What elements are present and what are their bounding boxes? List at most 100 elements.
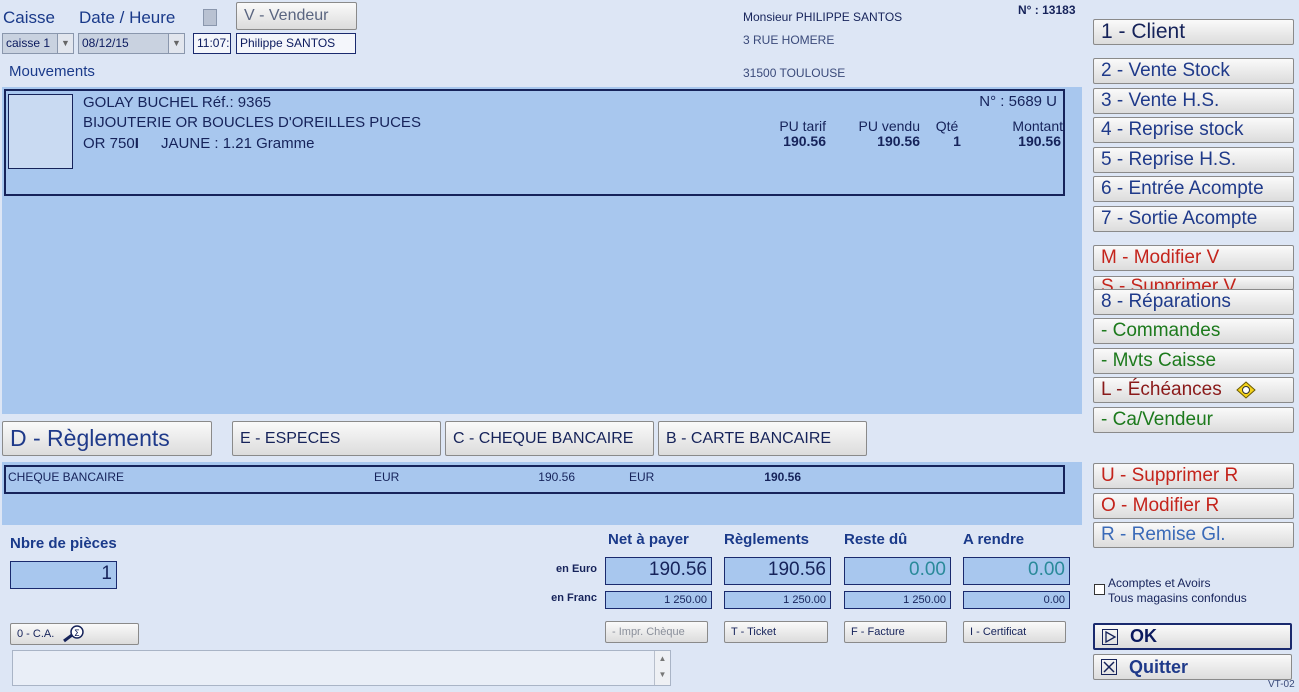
quitter-button[interactable]: Quitter bbox=[1093, 654, 1292, 680]
date-select-value: 08/12/15 bbox=[82, 36, 129, 50]
entree-acompte-button[interactable]: 6 - Entrée Acompte bbox=[1093, 176, 1294, 202]
client-name: Monsieur PHILIPPE SANTOS bbox=[743, 10, 903, 24]
reglement-amount-1: 190.56 bbox=[538, 470, 575, 484]
client-button[interactable]: 1 - Client bbox=[1093, 19, 1294, 45]
montant-label: Montant bbox=[1012, 118, 1063, 134]
chevron-down-icon[interactable]: ▼ bbox=[168, 34, 184, 53]
franc-label: en Franc bbox=[551, 592, 597, 604]
mouvements-title: Mouvements bbox=[9, 63, 95, 80]
vente-stock-button[interactable]: 2 - Vente Stock bbox=[1093, 58, 1294, 84]
pieces-field[interactable]: 1 bbox=[10, 561, 117, 589]
euro-label: en Euro bbox=[556, 563, 597, 575]
montant-value: 190.56 bbox=[1018, 133, 1061, 149]
time-field[interactable]: 11:07: bbox=[193, 33, 231, 54]
certificat-button[interactable]: I - Certificat bbox=[963, 621, 1066, 643]
a-rendre-franc: 0.00 bbox=[963, 591, 1070, 609]
scroll-down-icon[interactable]: ▼ bbox=[655, 667, 670, 683]
reglements-label: Règlements bbox=[724, 531, 810, 548]
supprimer-v-label: S - Supprimer V bbox=[1101, 276, 1237, 290]
reste-du-label: Reste dû bbox=[844, 531, 908, 548]
ticket-number: N° : 13183 bbox=[1018, 3, 1076, 17]
reglements-button[interactable]: D - Règlements bbox=[2, 421, 212, 456]
qte-label: Qté bbox=[935, 118, 959, 134]
warning-icon bbox=[1236, 381, 1256, 399]
reprise-stock-button[interactable]: 4 - Reprise stock bbox=[1093, 117, 1294, 143]
cheque-bancaire-button[interactable]: C - CHEQUE BANCAIRE bbox=[445, 421, 654, 456]
sortie-acompte-button[interactable]: 7 - Sortie Acompte bbox=[1093, 206, 1294, 232]
impr-cheque-button[interactable]: - Impr. Chèque bbox=[605, 621, 708, 643]
pieces-label: Nbre de pièces bbox=[10, 535, 117, 552]
modifier-v-button[interactable]: M - Modifier V bbox=[1093, 245, 1294, 271]
modifier-r-button[interactable]: O - Modifier R bbox=[1093, 493, 1294, 519]
reglement-currency-2: EUR bbox=[629, 470, 655, 484]
pu-vendu-label: PU vendu bbox=[858, 118, 920, 134]
screen-code: VT-02 bbox=[1268, 679, 1295, 690]
svg-text:Σ: Σ bbox=[74, 629, 80, 639]
reglements-franc: 1 250.00 bbox=[724, 591, 831, 609]
mvts-caisse-button[interactable]: - Mvts Caisse bbox=[1093, 348, 1294, 374]
item-line3: OR 750I JAUNE : 1.21 Gramme bbox=[83, 135, 315, 152]
calendar-icon[interactable] bbox=[203, 9, 217, 26]
caisse-select[interactable]: caisse 1 ▼ bbox=[2, 33, 74, 54]
caisse-label: Caisse bbox=[3, 8, 55, 27]
facture-button[interactable]: F - Facture bbox=[844, 621, 947, 643]
quitter-label: Quitter bbox=[1129, 656, 1189, 677]
client-address: 3 RUE HOMERE bbox=[743, 33, 835, 47]
echeances-label: L - Échéances bbox=[1101, 379, 1222, 400]
a-rendre-label: A rendre bbox=[963, 531, 1025, 548]
magnifier-sigma-icon: Σ bbox=[62, 625, 88, 643]
net-a-payer-label: Net à payer bbox=[608, 531, 689, 548]
ok-button[interactable]: OK bbox=[1093, 623, 1292, 650]
net-a-payer-euro: 190.56 bbox=[605, 557, 712, 585]
qte-value: 1 bbox=[953, 133, 961, 149]
acomptes-label: Acomptes et Avoirs Tous magasins confond… bbox=[1108, 576, 1247, 606]
acomptes-line1: Acomptes et Avoirs bbox=[1108, 576, 1211, 590]
item-number: N° : 5689 U bbox=[979, 93, 1057, 110]
ca-vendeur-button[interactable]: - Ca/Vendeur bbox=[1093, 407, 1294, 433]
vente-hs-button[interactable]: 3 - Vente H.S. bbox=[1093, 88, 1294, 114]
reste-du-franc: 1 250.00 bbox=[844, 591, 951, 609]
acomptes-line2: Tous magasins confondus bbox=[1108, 591, 1247, 605]
pu-vendu-value: 190.56 bbox=[877, 133, 920, 149]
notes-textarea[interactable]: ▲ ▼ bbox=[12, 650, 671, 686]
carte-bancaire-button[interactable]: B - CARTE BANCAIRE bbox=[658, 421, 867, 456]
client-city: 31500 TOULOUSE bbox=[743, 66, 846, 80]
reglement-type: CHEQUE BANCAIRE bbox=[8, 470, 125, 484]
date-label: Date / Heure bbox=[79, 8, 176, 27]
close-icon bbox=[1101, 659, 1117, 675]
reglement-currency-1: EUR bbox=[374, 470, 400, 484]
item-line1: GOLAY BUCHEL Réf.: 9365 bbox=[83, 94, 272, 111]
ca-button-label: 0 - C.A. bbox=[17, 628, 55, 640]
reprise-hs-button[interactable]: 5 - Reprise H.S. bbox=[1093, 147, 1294, 173]
date-select[interactable]: 08/12/15 ▼ bbox=[78, 33, 185, 54]
pu-tarif-value: 190.56 bbox=[783, 133, 826, 149]
pu-tarif-label: PU tarif bbox=[779, 118, 826, 134]
play-icon bbox=[1102, 628, 1118, 645]
item-thumbnail bbox=[8, 94, 73, 169]
item-metal: OR 750 bbox=[83, 135, 135, 152]
net-a-payer-franc: 1 250.00 bbox=[605, 591, 712, 609]
caisse-select-value: caisse 1 bbox=[6, 36, 51, 50]
ca-button[interactable]: 0 - C.A. Σ bbox=[10, 623, 139, 645]
remise-gl-button[interactable]: R - Remise Gl. bbox=[1093, 522, 1294, 548]
ok-label: OK bbox=[1130, 626, 1157, 646]
a-rendre-euro: 0.00 bbox=[963, 557, 1070, 585]
item-detail: JAUNE : 1.21 Gramme bbox=[161, 135, 315, 152]
scroll-up-icon[interactable]: ▲ bbox=[655, 651, 670, 667]
reparations-button[interactable]: 8 - Réparations bbox=[1093, 289, 1294, 315]
item-line2: BIJOUTERIE OR BOUCLES D'OREILLES PUCES bbox=[83, 114, 421, 131]
reglement-amount-2: 190.56 bbox=[764, 470, 801, 484]
echeances-button[interactable]: L - Échéances bbox=[1093, 377, 1294, 403]
reglements-euro: 190.56 bbox=[724, 557, 831, 585]
reste-du-euro: 0.00 bbox=[844, 557, 951, 585]
vendeur-button[interactable]: V - Vendeur bbox=[236, 2, 357, 30]
especes-button[interactable]: E - ESPECES bbox=[232, 421, 441, 456]
ticket-button[interactable]: T - Ticket bbox=[724, 621, 828, 643]
acomptes-checkbox[interactable] bbox=[1094, 584, 1105, 595]
supprimer-r-button[interactable]: U - Supprimer R bbox=[1093, 463, 1294, 489]
chevron-down-icon[interactable]: ▼ bbox=[57, 34, 73, 53]
scrollbar[interactable]: ▲ ▼ bbox=[654, 651, 670, 685]
vendeur-field[interactable]: Philippe SANTOS bbox=[236, 33, 356, 54]
supprimer-v-button[interactable]: S - Supprimer V bbox=[1093, 276, 1294, 290]
commandes-button[interactable]: - Commandes bbox=[1093, 318, 1294, 344]
